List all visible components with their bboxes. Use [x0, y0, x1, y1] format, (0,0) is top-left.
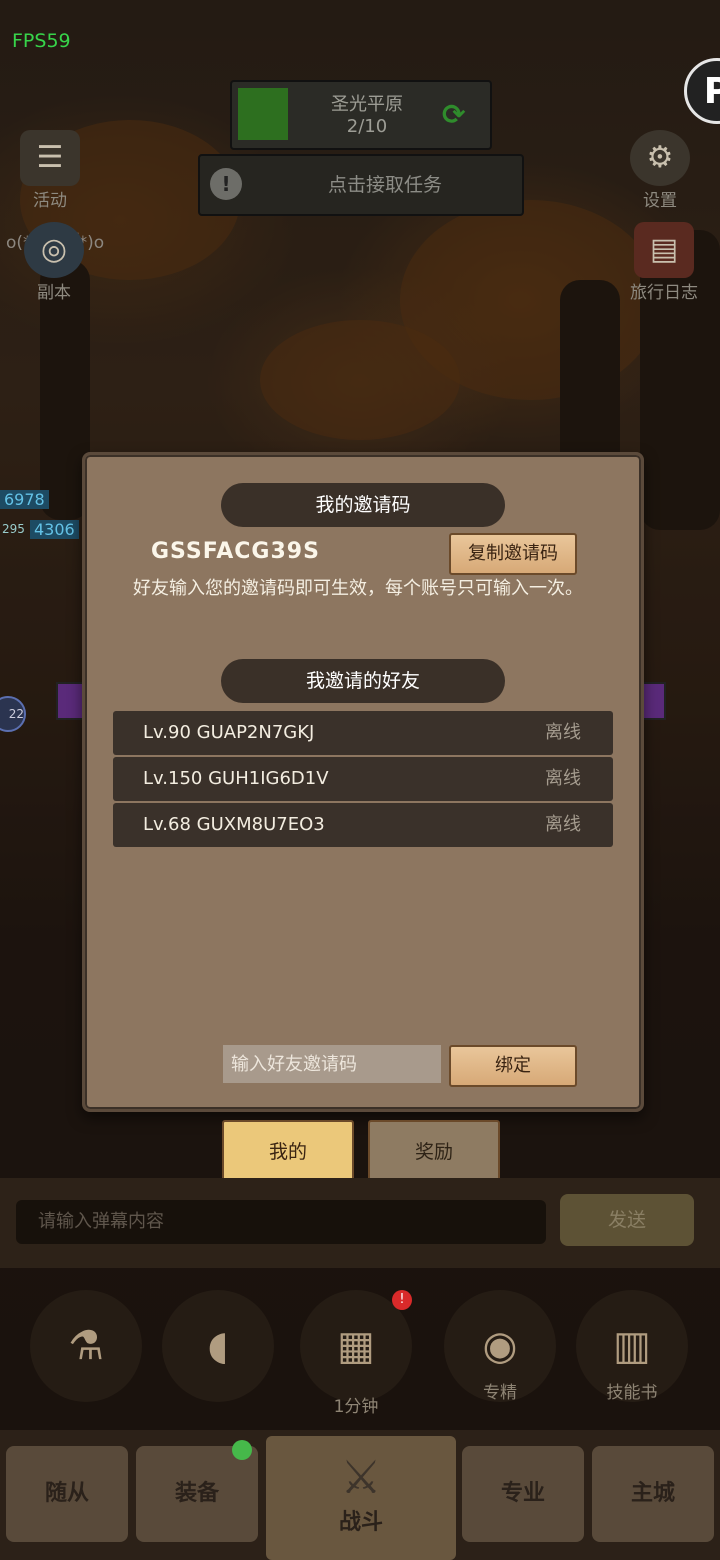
level-value: 295	[2, 522, 25, 536]
nav-battle[interactable]: ⚔ 战斗	[266, 1436, 456, 1560]
invite-dialog: 我的邀请码 GSSFACG39S 复制邀请码 好友输入您的邀请码即可生效，每个账…	[82, 452, 644, 1112]
invite-code: GSSFACG39S	[151, 539, 320, 564]
nav-equipment[interactable]: 装备	[136, 1446, 258, 1542]
copy-invite-code-button[interactable]: 复制邀请码	[449, 533, 577, 575]
potion-icon: ⚗	[68, 1323, 104, 1369]
stage-indicator[interactable]: 圣光平原 2/10 ⟳	[230, 80, 492, 150]
alert-icon: !	[210, 168, 242, 200]
refine-icon: ◉	[482, 1323, 518, 1369]
portal-icon: ◎	[24, 222, 84, 278]
send-button[interactable]: 发送	[560, 1194, 694, 1246]
bread-button[interactable]: ◖	[162, 1290, 274, 1402]
list-item[interactable]: Lv.90 GUAP2N7GKJ 离线	[113, 711, 613, 755]
friend-status: 离线	[545, 722, 581, 743]
journal-label: 旅行日志	[630, 283, 698, 303]
friend-name: Lv.90 GUAP2N7GKJ	[143, 722, 315, 743]
fps-counter: FPS59	[12, 30, 71, 52]
mp-value: 4306	[30, 520, 79, 539]
hp-value: 6978	[0, 490, 49, 509]
activity-button[interactable]: ☰ 活动	[20, 130, 80, 211]
dungeon-button[interactable]: ◎ 副本	[24, 222, 84, 303]
refresh-icon[interactable]: ⟳	[442, 98, 465, 131]
bind-button[interactable]: 绑定	[449, 1045, 577, 1087]
potion-button[interactable]: ⚗	[30, 1290, 142, 1402]
book-icon: ▤	[634, 222, 694, 278]
list-item[interactable]: Lv.150 GUH1IG6D1V 离线	[113, 757, 613, 801]
bread-icon: ◖	[207, 1323, 229, 1369]
tab-reward[interactable]: 奖励	[368, 1120, 500, 1184]
friend-code-input[interactable]	[223, 1045, 441, 1083]
gear-icon: ⚙	[630, 130, 690, 186]
invited-friends-list: Lv.90 GUAP2N7GKJ 离线 Lv.150 GUH1IG6D1V 离线…	[113, 711, 613, 849]
stage-progress: 2/10	[346, 116, 388, 137]
skillbook-icon: ▥	[613, 1323, 651, 1369]
settings-label: 设置	[643, 191, 677, 211]
friend-status: 离线	[545, 768, 581, 789]
danmaku-input[interactable]: 请输入弹幕内容	[16, 1200, 546, 1244]
invite-description: 好友输入您的邀请码即可生效，每个账号只可输入一次。	[133, 578, 583, 599]
activity-label: 活动	[33, 191, 67, 211]
crossed-swords-icon: ⚔	[340, 1450, 382, 1504]
equipment-notify-dot	[232, 1440, 252, 1460]
nav-battle-label: 战斗	[338, 1510, 383, 1535]
dungeon-label: 副本	[37, 283, 71, 303]
stage-name: 圣光平原	[331, 94, 403, 115]
settings-button[interactable]: ⚙ 设置	[630, 130, 690, 211]
stage-thumbnail	[238, 88, 288, 140]
chest-timer: 1分钟	[333, 1397, 379, 1417]
task-banner[interactable]: ! 点击接取任务	[198, 154, 524, 216]
tab-mine[interactable]: 我的	[222, 1120, 354, 1184]
invited-friends-title: 我邀请的好友	[221, 659, 505, 703]
friend-name: Lv.68 GUXM8U7EO3	[143, 814, 325, 835]
nav-followers[interactable]: 随从	[6, 1446, 128, 1542]
task-text: 点击接取任务	[327, 174, 442, 196]
nav-city[interactable]: 主城	[592, 1446, 714, 1542]
scroll-icon: ☰	[20, 130, 80, 186]
list-item[interactable]: Lv.68 GUXM8U7EO3 离线	[113, 803, 613, 847]
invite-code-title: 我的邀请码	[221, 483, 505, 527]
nav-profession[interactable]: 专业	[462, 1446, 584, 1542]
friend-status: 离线	[545, 814, 581, 835]
journal-button[interactable]: ▤ 旅行日志	[622, 222, 706, 303]
chest-icon: ▦	[337, 1323, 375, 1369]
refine-label: 专精	[483, 1383, 517, 1403]
chest-alert-badge: !	[392, 1290, 412, 1310]
friend-name: Lv.150 GUH1IG6D1V	[143, 768, 329, 789]
skillbook-label: 技能书	[606, 1383, 658, 1403]
